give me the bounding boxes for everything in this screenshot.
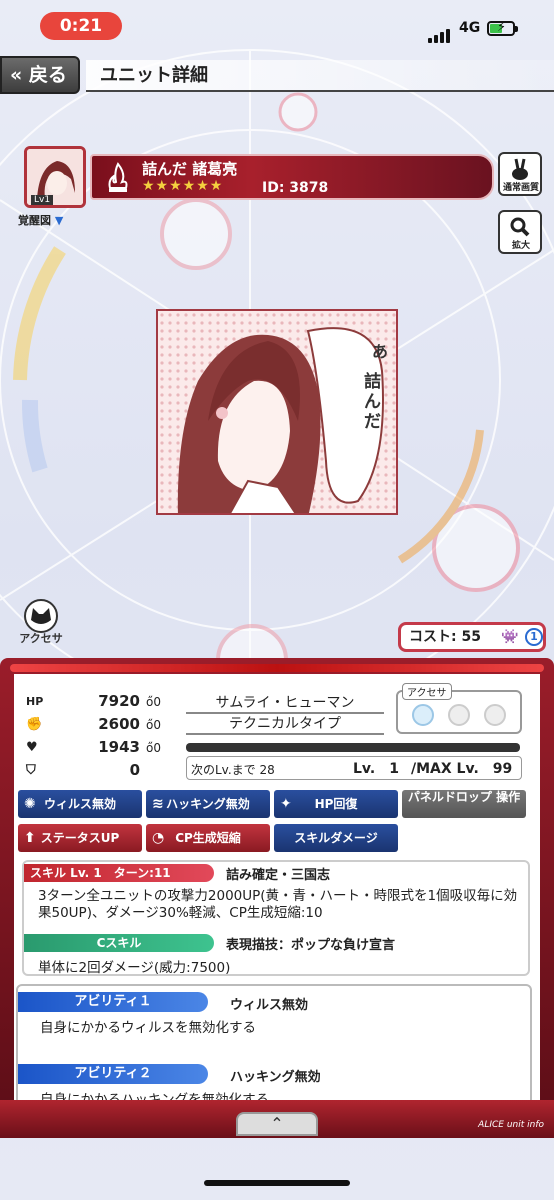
- speech-bubble-line2: 詰んだ: [364, 372, 381, 432]
- ability-1-name: ウィルス無効: [230, 998, 309, 1013]
- status-up-icon: ⬆: [24, 830, 36, 846]
- shield-icon: ⛉: [26, 763, 36, 778]
- abilities-box[interactable]: アビリティ１ ウィルス無効 自身にかかるウィルスを無効化する アビリティ２ ハッ…: [16, 984, 532, 1114]
- ability-2-header: アビリティ２: [18, 1064, 208, 1084]
- collapse-panel-button[interactable]: ⌃: [236, 1112, 318, 1136]
- stat-row-defense: ⛉ 0: [20, 761, 180, 784]
- fire-attribute-icon: [108, 162, 128, 192]
- normal-quality-label: 通常画質: [502, 183, 539, 193]
- accessory-button-label: アクセサ: [19, 632, 63, 645]
- skill-name: 詰み確定・三国志: [226, 868, 331, 883]
- back-button[interactable]: « 戻る: [0, 56, 80, 94]
- skill-box: スキル Lv. 1 ターン:11 詰み確定・三国志 3ターン全ユニットの攻撃力2…: [22, 860, 530, 976]
- accessory-slots-label: アクセサ: [402, 683, 452, 700]
- zoom-label: 拡大: [511, 241, 530, 251]
- stats-list: HP 7920 ő0 ✊ 2600 ő0 ♥ 1943 ő0 ⛉ 0: [20, 692, 180, 784]
- stat-plus: 0: [153, 718, 161, 732]
- signal-icon: [428, 24, 452, 43]
- footer-brand: ALICE unit info: [478, 1120, 544, 1130]
- exp-bar: [186, 743, 520, 752]
- accessory-slots: アクセサ: [396, 683, 522, 734]
- level-badge: Lv1: [31, 195, 54, 205]
- back-label: 戻る: [28, 64, 67, 86]
- sparkle-icon: ✦: [280, 796, 292, 812]
- stat-plus: 0: [153, 695, 161, 709]
- cost-badge: 1: [525, 628, 543, 646]
- stat-value: 0: [129, 761, 140, 779]
- stat-value: 1943: [98, 738, 140, 756]
- cost-text: コスト: 55: [409, 629, 481, 645]
- clock: 0:21: [40, 12, 122, 40]
- tag-status-up: ⬆ ステータスUP: [18, 824, 142, 852]
- nav-bar: « 戻る ユニット詳細: [0, 56, 554, 96]
- back-chevron-icon: «: [10, 64, 23, 86]
- current-level: Lv. 1: [353, 761, 399, 777]
- tag-hacking-immune: ≋ ハッキング無効: [146, 790, 270, 818]
- accessory-slot-locked: [484, 704, 506, 726]
- hacking-icon: ≋: [152, 796, 164, 812]
- accessory-slot-locked: [448, 704, 470, 726]
- tag-cp-shorten: ◔ CP生成短縮: [146, 824, 270, 852]
- level-row: 次のLv.まで 28 Lv. 1 /MAX Lv. 99: [186, 756, 522, 780]
- unit-type: テクニカルタイプ: [186, 714, 384, 735]
- magnifier-icon: [510, 217, 530, 237]
- ability-2-name: ハッキング無効: [230, 1070, 321, 1085]
- stat-row-heal: ♥ 1943 ő0: [20, 738, 180, 761]
- unit-name: 詰んだ 諸葛亮: [142, 160, 238, 178]
- cat-helmet-icon: [24, 599, 58, 633]
- unit-id: ID: 3878: [262, 180, 329, 196]
- hp-icon: HP: [26, 695, 44, 708]
- chevron-down-icon: ▼: [54, 214, 64, 227]
- accessory-button[interactable]: アクセサ: [14, 598, 68, 646]
- stat-plus: 0: [153, 741, 161, 755]
- unit-header: Lv1 覚醒図 ▼ 詰んだ 諸葛亮 ★★★★★★ ID: 3878: [18, 146, 494, 227]
- attack-fist-icon: ✊: [26, 717, 43, 732]
- status-bar: 0:21 4G ⚡: [0, 0, 554, 50]
- race-type: サムライ・ヒューマン: [186, 693, 384, 714]
- cskill-header: Cスキル: [24, 934, 214, 952]
- accessory-slot[interactable]: [412, 704, 434, 726]
- unit-illustration: [156, 309, 398, 515]
- page-title: ユニット詳細: [86, 60, 554, 92]
- cp-icon: ◔: [152, 830, 165, 846]
- awakening-link[interactable]: 覚醒図 ▼: [18, 212, 63, 228]
- cskill-name: 表現描技：ポップな負け宣言: [226, 938, 396, 953]
- stat-value: 2600: [98, 715, 140, 733]
- unit-nameplate: 詰んだ 諸葛亮 ★★★★★★ ID: 3878: [90, 154, 494, 200]
- unit-avatar[interactable]: Lv1: [24, 146, 86, 208]
- home-indicator[interactable]: [204, 1180, 350, 1186]
- normal-quality-button[interactable]: 通常画質: [498, 152, 542, 196]
- network-type: 4G: [459, 20, 481, 36]
- ability-1-description: 自身にかかるウィルスを無効化する: [40, 1020, 256, 1036]
- chevron-up-icon: ⌃: [270, 1114, 284, 1133]
- zoom-button[interactable]: 拡大: [498, 210, 542, 254]
- race-info: サムライ・ヒューマン テクニカルタイプ: [186, 693, 384, 735]
- cost-indicator: コスト: 55 👾 1: [398, 622, 546, 652]
- bottom-bar: ⌃ ALICE unit info: [0, 1100, 554, 1138]
- stat-row-attack: ✊ 2600 ő0: [20, 715, 180, 738]
- tag-hp-recovery: ✦ HP回復: [274, 790, 398, 818]
- skill-description: 3ターン全ユニットの攻撃力2000UP(黄・青・ハート・時限式を1個吸収毎に効果…: [38, 888, 518, 921]
- character-art: [158, 311, 396, 513]
- next-level-exp: 次のLv.まで 28: [191, 763, 275, 777]
- speech-bubble-line1: あ: [372, 342, 389, 361]
- ability-1-header: アビリティ１: [18, 992, 208, 1012]
- tag-skill-damage: スキルダメージ: [274, 824, 398, 852]
- tag-virus-immune: ✺ ウィルス無効: [18, 790, 142, 818]
- rarity-stars: ★★★★★★: [142, 178, 224, 194]
- stat-row-hp: HP 7920 ő0: [20, 692, 180, 715]
- heart-icon: ♥: [26, 740, 38, 755]
- tag-panel-drop: パネルドロップ 操作: [402, 790, 526, 818]
- virus-icon: ✺: [24, 796, 36, 812]
- battery-icon: ⚡: [487, 20, 518, 36]
- cskill-description: 単体に2回ダメージ(威力:7500): [38, 960, 231, 976]
- stat-value: 7920: [98, 692, 140, 710]
- invader-icon: 👾: [501, 629, 519, 645]
- skill-header: スキル Lv. 1 ターン:11: [24, 864, 214, 882]
- max-level: /MAX Lv. 99: [411, 761, 513, 777]
